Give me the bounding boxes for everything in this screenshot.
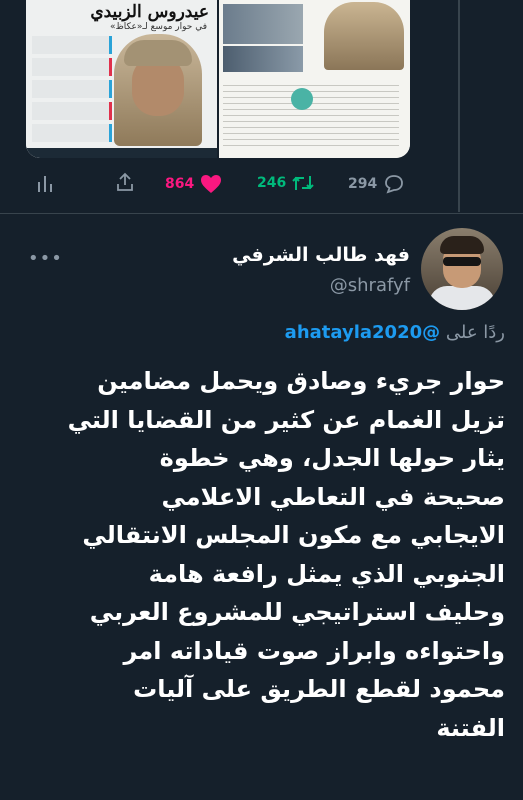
analytics-button[interactable] xyxy=(38,174,52,192)
quoted-tweet-media[interactable]: عيدروس الزبيدي في حوار موسع لـ«عكاظ» xyxy=(26,0,410,158)
author-display-name[interactable]: فهد طالب الشرفي xyxy=(232,244,410,266)
media-footer-bar xyxy=(26,148,217,158)
like-button[interactable]: 864 xyxy=(165,174,222,194)
like-count: 864 xyxy=(165,176,195,192)
retweet-count: 246 xyxy=(257,175,287,191)
share-button[interactable] xyxy=(115,172,135,192)
tweet-text: حوار جريء وصادق ويحمل مضامين تزيل الغمام… xyxy=(5,362,505,747)
divider xyxy=(0,213,523,214)
comment-icon xyxy=(385,175,404,194)
media-photo xyxy=(223,46,303,72)
tweet-text-line: محمود لقطع الطريق على آليات xyxy=(133,675,505,703)
media-subheadline: في حوار موسع لـ«عكاظ» xyxy=(109,22,207,32)
tweet-text-line: صحيحة في التعاطي الاعلامي xyxy=(161,482,505,511)
tweet-text-line: حوار جريء وصادق ويحمل مضامين xyxy=(97,367,505,395)
replying-to-mention-link[interactable]: @ahatayla2020 xyxy=(285,322,440,343)
newspaper-page-right xyxy=(219,0,410,158)
tweet-text-line: الفتنة xyxy=(436,713,505,742)
media-qa-column xyxy=(32,36,112,146)
tweet-text-line: الايجابي مع مكون المجلس الانتقالي xyxy=(82,521,505,549)
media-portrait xyxy=(114,34,202,146)
media-portrait xyxy=(324,2,404,70)
retweet-icon xyxy=(292,176,314,190)
media-headline: عيدروس الزبيدي xyxy=(90,2,209,22)
heart-icon xyxy=(201,175,222,193)
replying-to: ردًا على @ahatayla2020 xyxy=(285,322,505,343)
media-article-text xyxy=(223,80,399,146)
tweet-text-line: واحتواءه وابراز صوت قياداته امر xyxy=(123,636,505,665)
avatar[interactable] xyxy=(421,228,503,310)
analytics-icon xyxy=(38,176,52,192)
author-handle[interactable]: @shrafyf xyxy=(330,275,410,296)
reply-button[interactable]: 294 xyxy=(348,174,405,194)
retweet-button[interactable]: 246 xyxy=(257,174,314,192)
newspaper-page-left: عيدروس الزبيدي في حوار موسع لـ«عكاظ» xyxy=(26,0,219,158)
tweet-text-line: الجنوبي الذي يمثل رافعة هامة xyxy=(148,559,505,588)
reply-count: 294 xyxy=(348,176,378,192)
tweet-text-line: وحليف استراتيجي للمشروع العربي xyxy=(89,598,505,626)
tweet-text-line: يثار حولها الجدل، وهي خطوة xyxy=(159,444,505,472)
media-infographic xyxy=(291,88,313,110)
tweet-text-line: تزيل الغمام عن كثير من القضايا التي xyxy=(67,405,505,434)
tweet-action-bar: 864 246 294 xyxy=(0,172,523,196)
share-icon xyxy=(117,172,133,191)
more-options-icon[interactable]: ••• xyxy=(28,248,63,269)
media-photo xyxy=(223,4,303,44)
replying-to-label: ردًا على xyxy=(445,322,505,343)
